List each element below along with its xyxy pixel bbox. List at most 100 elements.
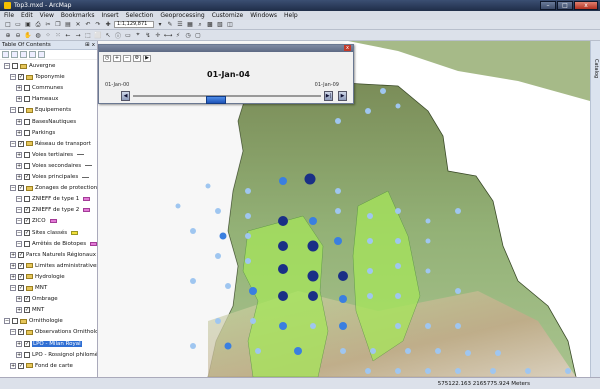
observation-point[interactable] xyxy=(215,253,221,259)
toc-layer-row[interactable]: + ✓ Hydrologie xyxy=(10,273,65,281)
collapse-icon[interactable]: − xyxy=(10,74,16,81)
forward-extent-icon[interactable]: → xyxy=(74,31,82,39)
open-icon[interactable]: ▭ xyxy=(14,21,22,29)
zoom-in-time-icon[interactable]: + xyxy=(113,55,121,62)
observation-point[interactable] xyxy=(335,188,341,194)
menu-customize[interactable]: Customize xyxy=(212,12,244,19)
cut-icon[interactable]: ✂ xyxy=(44,21,52,29)
collapse-icon[interactable]: − xyxy=(10,185,16,192)
fixed-zoom-out-icon[interactable]: ⁙ xyxy=(54,31,62,39)
layer-visibility-checkbox[interactable] xyxy=(24,240,30,247)
toc-layer-row[interactable]: + ✓ MNT xyxy=(16,306,44,314)
layer-name[interactable]: Ombrage xyxy=(32,296,58,302)
observation-point[interactable] xyxy=(205,183,211,189)
toc-layer-row[interactable]: + Hameaux xyxy=(16,95,58,103)
layer-visibility-checkbox[interactable]: ✓ xyxy=(24,296,30,303)
observation-point[interactable] xyxy=(215,318,221,324)
options-icon[interactable] xyxy=(38,51,45,58)
toolbox-icon[interactable]: ▩ xyxy=(206,21,214,29)
observation-point[interactable] xyxy=(175,203,181,209)
layer-name[interactable]: Limites administratives xyxy=(35,263,97,269)
toc-layer-row[interactable]: + ✓ Fond de carte xyxy=(10,362,73,370)
observation-point[interactable] xyxy=(255,348,261,354)
find-icon[interactable]: ⌖ xyxy=(134,31,142,39)
back-extent-icon[interactable]: ← xyxy=(64,31,72,39)
observation-point[interactable] xyxy=(245,213,251,219)
observation-point[interactable] xyxy=(278,241,288,251)
observation-point[interactable] xyxy=(425,238,431,244)
observation-point[interactable] xyxy=(455,323,461,329)
observation-point[interactable] xyxy=(219,232,227,240)
observation-point[interactable] xyxy=(395,368,401,374)
enable-time-icon[interactable]: ◷ xyxy=(103,55,111,62)
observation-point[interactable] xyxy=(309,217,317,225)
minimize-button[interactable]: – xyxy=(540,1,556,10)
observation-point[interactable] xyxy=(395,323,401,329)
toc-layer-row[interactable]: − ZNIEFF de type 1 xyxy=(16,195,91,203)
identify-icon[interactable]: ⓘ xyxy=(114,31,122,40)
expand-icon[interactable]: + xyxy=(16,129,22,136)
layer-name[interactable]: Communes xyxy=(32,85,63,91)
observation-point[interactable] xyxy=(365,108,371,114)
observation-point[interactable] xyxy=(455,288,461,294)
expand-icon[interactable]: + xyxy=(10,273,16,280)
close-icon[interactable]: x xyxy=(92,42,95,48)
layer-name[interactable]: BasesNautiques xyxy=(32,119,76,125)
menu-edit[interactable]: Edit xyxy=(21,12,33,19)
modelbuilder-icon[interactable]: ◫ xyxy=(226,21,234,29)
observation-point[interactable] xyxy=(215,208,221,214)
observation-point[interactable] xyxy=(278,264,288,274)
observation-point[interactable] xyxy=(307,270,319,282)
menu-geoprocessing[interactable]: Geoprocessing xyxy=(160,12,204,19)
layer-name[interactable]: LPO - Rossignol philomèle xyxy=(32,352,97,358)
viewer-icon[interactable]: ▢ xyxy=(194,31,202,39)
layer-name[interactable]: ZICO xyxy=(32,218,46,224)
toc-layer-row[interactable]: + ✓ Ombrage xyxy=(16,295,58,303)
layer-visibility-checkbox[interactable] xyxy=(24,351,30,358)
observation-point[interactable] xyxy=(338,271,348,281)
observation-point[interactable] xyxy=(425,268,431,274)
observation-point[interactable] xyxy=(304,173,316,185)
layer-visibility-checkbox[interactable]: ✓ xyxy=(18,329,24,336)
observation-point[interactable] xyxy=(278,216,288,226)
pan-icon[interactable]: ✋ xyxy=(24,31,32,39)
layer-visibility-checkbox[interactable] xyxy=(24,85,30,92)
list-by-visibility-icon[interactable] xyxy=(20,51,27,58)
layer-visibility-checkbox[interactable] xyxy=(12,318,18,325)
menu-bookmarks[interactable]: Bookmarks xyxy=(61,12,95,19)
observation-point[interactable] xyxy=(525,368,531,374)
observation-point[interactable] xyxy=(495,350,501,356)
observation-point[interactable] xyxy=(465,350,471,356)
html-popup-icon[interactable]: ▭ xyxy=(124,31,132,39)
layer-visibility-checkbox[interactable]: ✓ xyxy=(24,174,30,180)
observation-point[interactable] xyxy=(395,103,401,109)
toc-layer-row[interactable]: − ✓ Toponymie xyxy=(10,73,65,81)
observation-point[interactable] xyxy=(425,368,431,374)
layer-visibility-checkbox[interactable]: ✓ xyxy=(18,185,24,192)
observation-point[interactable] xyxy=(225,283,231,289)
observation-point[interactable] xyxy=(565,368,571,374)
observation-point[interactable] xyxy=(425,218,431,224)
expand-icon[interactable]: + xyxy=(16,118,22,125)
expand-icon[interactable]: + xyxy=(16,307,22,314)
observation-point[interactable] xyxy=(278,291,288,301)
clear-selection-icon[interactable]: ⬜ xyxy=(94,31,102,39)
observation-point[interactable] xyxy=(190,343,196,349)
observation-point[interactable] xyxy=(435,348,441,354)
observation-point[interactable] xyxy=(380,88,386,94)
select-features-icon[interactable]: ⬚ xyxy=(84,31,92,39)
observation-point[interactable] xyxy=(334,237,342,245)
toc-layer-row[interactable]: + ✓ Voies principales xyxy=(16,173,90,181)
collapse-icon[interactable]: − xyxy=(16,218,22,225)
toc-layer-row[interactable]: − ✓ Sites classés xyxy=(16,229,79,237)
observation-point[interactable] xyxy=(245,258,251,264)
maximize-button[interactable]: □ xyxy=(557,1,573,10)
measure-icon[interactable]: ⟷ xyxy=(164,31,173,39)
list-by-source-icon[interactable] xyxy=(11,51,18,58)
toc-layer-row[interactable]: − Auvergne xyxy=(4,62,55,70)
collapse-icon[interactable]: − xyxy=(10,140,16,147)
layer-visibility-checkbox[interactable]: ✓ xyxy=(18,285,24,291)
toc-layer-row[interactable]: −✓ Observations Ornithologiques xyxy=(10,328,97,336)
editor-icon[interactable]: ✎ xyxy=(166,21,174,29)
toc-layer-row[interactable]: − ✓ ZNIEFF de type 2 xyxy=(16,206,91,214)
